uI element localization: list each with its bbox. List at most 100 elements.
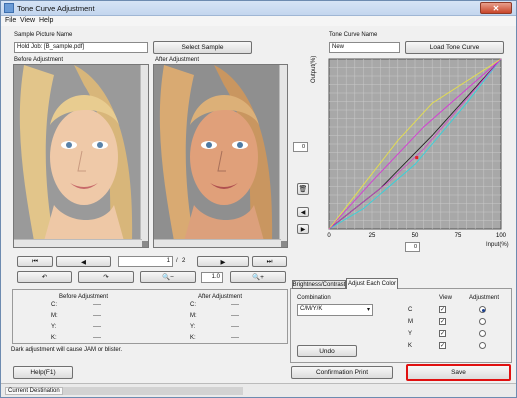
before-m-value: ---- [93,313,101,319]
tab-brightness-contrast[interactable]: Brightness/Contrast [292,280,346,289]
zoom-in-button[interactable]: 🔍+ [230,271,286,283]
x-tick-label: 100 [496,233,507,239]
before-adjustment-label: Before Adjustment [14,57,64,63]
point-right-icon: ▶ [300,226,306,233]
channel-k-adjust-radio[interactable] [479,342,486,349]
before-horizontal-scrollbar[interactable] [14,239,142,247]
combination-value: C/M/Y/K [300,306,323,312]
undo-button[interactable]: Undo [297,345,357,357]
input-value-spinner[interactable]: 0 [405,242,420,252]
next-point-button[interactable]: ▶ [297,224,309,234]
save-button[interactable]: Save [406,364,511,381]
status-bar: Current Destination [1,383,516,397]
help-button[interactable]: Help(F1) [13,366,73,379]
after-m-label: M: [190,313,197,319]
next-page-button[interactable]: ▶ [197,256,249,267]
cmyk-values-panel: Before Adjustment After Adjustment C: --… [12,289,288,344]
output-value-spinner[interactable]: 0 [293,142,308,152]
before-c-label: C: [51,302,57,308]
window-title: Tone Curve Adjustment [17,4,95,13]
channel-c-label: C [408,307,413,313]
channel-y-adjust-radio[interactable] [479,330,486,337]
input-axis-label: Input(%) [486,242,509,248]
before-preview-image[interactable] [13,64,149,248]
menu-help[interactable]: Help [39,17,53,24]
previous-page-button[interactable]: ◀ [56,256,111,267]
x-tick-label: 50 [412,233,419,239]
after-vertical-scrollbar[interactable] [279,65,287,241]
before-m-label: M: [51,313,58,319]
delete-point-button[interactable]: 🗑 [297,183,309,195]
zoom-out-button[interactable]: 🔍− [140,271,196,283]
before-k-value: ---- [93,335,101,341]
title-bar: Tone Curve Adjustment ✕ [1,1,516,16]
chevron-down-icon: ▾ [366,307,370,313]
channel-c-view-checkbox[interactable]: ✓ [439,306,446,313]
sample-picture-label: Sample Picture Name [14,32,73,38]
previous-point-button[interactable]: ◀ [297,207,309,217]
after-m-value: ---- [231,313,239,319]
before-vertical-scrollbar[interactable] [140,65,148,241]
sample-picture-field[interactable]: Hold Job: [B_sample.pdf] [14,42,148,53]
after-adjustment-label: After Adjustment [155,57,200,63]
after-preview-image[interactable] [153,64,288,248]
combination-label: Combination [297,295,331,301]
rotate-left-icon: ↶ [41,274,48,281]
channel-m-view-checkbox[interactable]: ✓ [439,318,446,325]
view-column-header: View [439,295,452,301]
channel-k-view-checkbox[interactable]: ✓ [439,342,446,349]
after-values-header: After Adjustment [198,294,243,300]
tone-curve-graph[interactable]: 0 25 50 75 100 [327,57,507,239]
jam-warning-text: Dark adjustment will cause JAM or bliste… [11,347,123,353]
after-portrait [154,65,281,241]
close-button[interactable]: ✕ [480,2,512,14]
channel-y-label: Y [408,331,413,337]
point-left-icon: ◀ [300,209,306,216]
before-portrait [14,65,142,241]
rotate-right-button[interactable]: ↷ [78,271,134,283]
after-horizontal-scrollbar[interactable] [154,239,281,247]
zoom-in-icon: 🔍+ [252,274,264,281]
zoom-value-field[interactable]: 1.0 [201,272,223,283]
curve-point-marker [415,156,419,160]
combination-dropdown[interactable]: C/M/Y/K ▾ [297,304,373,316]
channel-c-adjust-radio[interactable] [479,306,486,313]
x-tick-label: 0 [327,233,331,239]
menu-bar: File View Help [1,16,516,26]
before-y-value: ---- [93,324,101,330]
after-k-label: K: [190,335,196,341]
channel-m-adjust-radio[interactable] [479,318,486,325]
channel-k-label: K [408,343,413,349]
before-y-label: Y: [51,324,57,330]
output-axis-label: Output(%) [311,55,317,83]
page-current-field[interactable]: 1 [118,256,173,267]
channel-y-view-checkbox[interactable]: ✓ [439,330,446,337]
after-y-value: ---- [231,324,239,330]
page-separator: / [176,258,178,264]
last-page-button[interactable]: ⏭ [252,256,287,267]
adjustment-column-header: Adjustment [469,295,500,301]
load-tone-curve-button[interactable]: Load Tone Curve [405,41,504,54]
after-k-value: ---- [231,335,239,341]
trash-icon: 🗑 [298,186,308,193]
confirmation-print-button[interactable]: Confirmation Print [291,366,393,379]
after-c-label: C: [190,302,196,308]
save-label: Save [451,369,466,376]
page-total: 2 [182,258,186,264]
menu-file[interactable]: File [5,17,16,24]
first-page-button[interactable]: ⏮ [17,256,53,267]
tone-curve-name-field[interactable]: New [329,42,400,53]
before-c-value: ---- [93,302,101,308]
before-values-header: Before Adjustment [59,294,109,300]
menu-view[interactable]: View [20,17,35,24]
destination-value-placeholder [63,387,243,395]
tone-curve-name-label: Tone Curve Name [329,32,378,38]
current-destination-label: Current Destination [5,387,63,395]
channel-m-label: M [408,319,413,325]
tab-adjust-each-color[interactable]: Adjust Each Color [346,278,398,289]
after-y-label: Y: [190,324,196,330]
select-sample-button[interactable]: Select Sample [153,41,252,54]
rotate-right-icon: ↷ [103,274,109,281]
rotate-left-button[interactable]: ↶ [17,271,72,283]
after-c-value: ---- [231,302,239,308]
